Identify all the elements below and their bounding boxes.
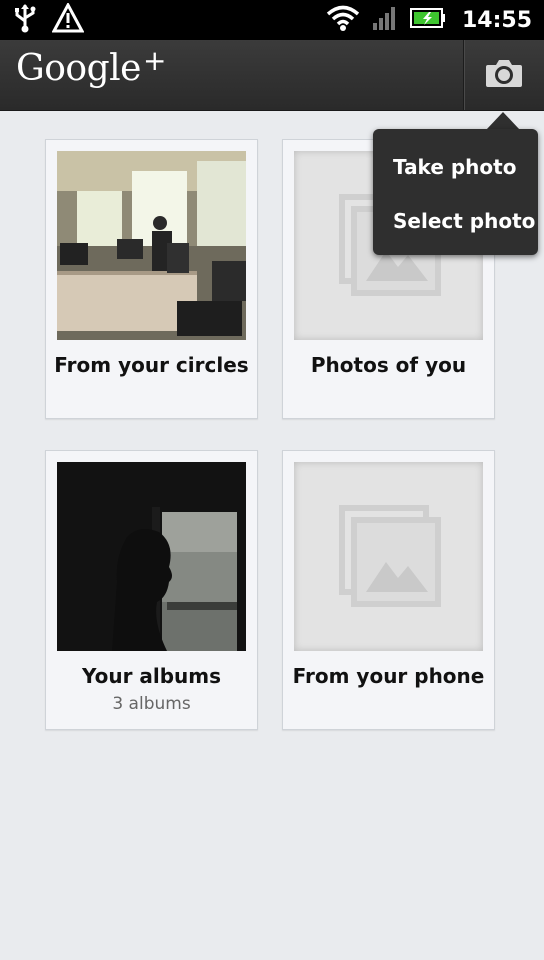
- tile-title: Your albums: [81, 664, 222, 688]
- signal-icon: [372, 5, 398, 35]
- office-photo-thumbnail: [57, 151, 246, 340]
- tile-your-albums[interactable]: Your albums 3 albums: [45, 450, 258, 730]
- tile-from-your-phone[interactable]: From your phone: [282, 450, 495, 730]
- battery-icon: [409, 7, 446, 33]
- tile-subtitle: 3 albums: [112, 694, 191, 714]
- phone-placeholder-thumbnail: [294, 462, 483, 651]
- status-bar: 14:55: [0, 0, 544, 40]
- camera-button[interactable]: [463, 40, 544, 110]
- tile-from-your-circles[interactable]: From your circles: [45, 139, 258, 419]
- wifi-icon: [326, 4, 360, 36]
- tile-title: From your phone: [292, 664, 485, 688]
- google-plus-logo[interactable]: Google+: [16, 44, 166, 89]
- warning-icon: [51, 1, 85, 37]
- menu-item-take-photo[interactable]: Take photo: [393, 155, 516, 179]
- logo-text: Google: [16, 48, 141, 89]
- popup-arrow: [486, 112, 520, 130]
- tile-title: From your circles: [54, 353, 249, 377]
- camera-popup-menu: Take photo Select photo: [373, 129, 538, 255]
- photo-stack-icon: [334, 500, 444, 614]
- camera-icon: [484, 57, 524, 93]
- usb-icon: [12, 3, 38, 37]
- action-bar: Google+: [0, 40, 544, 111]
- logo-plus: +: [142, 44, 166, 77]
- tile-title: Photos of you: [310, 353, 467, 377]
- silhouette-photo-thumbnail: [57, 462, 246, 651]
- menu-item-select-photo[interactable]: Select photo: [393, 209, 535, 233]
- status-time: 14:55: [461, 7, 532, 33]
